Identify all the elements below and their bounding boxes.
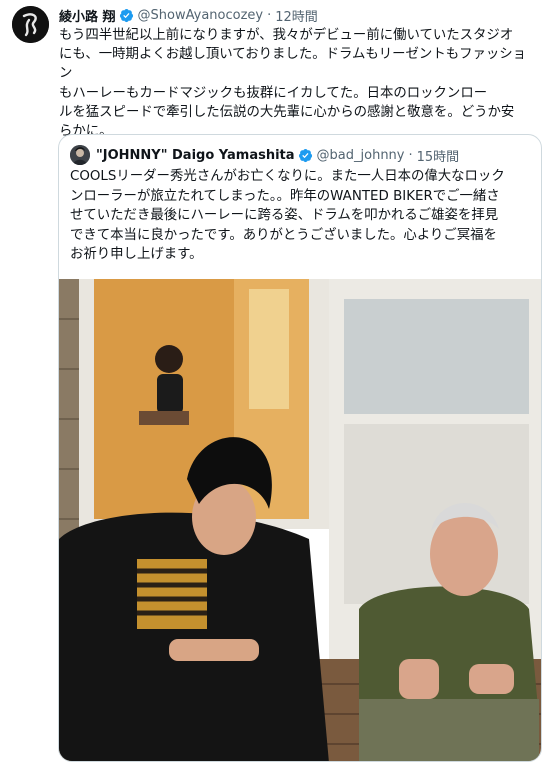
quoted-text-line: せていただき最後にハーレーに跨る姿、ドラムを叩かれるご雄姿を拝見 bbox=[70, 208, 499, 224]
quoted-text-line: できて本当に良かったです。ありがとうございました。心よりご冥福を bbox=[70, 227, 497, 243]
separator-dot: · bbox=[408, 147, 413, 163]
tweet-text-line: ルを猛スピードで牽引した伝説の大先輩に心からの感謝と敬意を。どうか安 bbox=[59, 104, 515, 120]
verified-badge-icon bbox=[298, 148, 313, 163]
quoted-text-line: お祈り申し上げます。 bbox=[70, 247, 203, 263]
tweet-text-line: もハーレーもカードマジックも抜群にイカしてた。日本のロックンロー bbox=[59, 85, 488, 101]
quoted-tweet-photo[interactable] bbox=[59, 279, 541, 761]
author-avatar[interactable] bbox=[12, 6, 49, 43]
author-handle[interactable]: @ShowAyanocozey bbox=[138, 8, 264, 23]
tweet-text-line: にも、一時期よくお越し頂いておりました。ドラムもリーゼントもファッション bbox=[59, 47, 527, 82]
separator-dot: · bbox=[267, 7, 272, 23]
tweet-text-line: もう四半世紀以上前になりますが、我々がデビュー前に働いていたスタジオ bbox=[59, 28, 514, 43]
quoted-tweet-timestamp: 15時間 bbox=[416, 149, 460, 165]
quoted-tweet-text: COOLSリーダー秀光さんがお亡くなりに。また一人日本の偉大なロック ンローラー… bbox=[70, 167, 532, 265]
author-name[interactable]: 綾小路 翔 bbox=[59, 6, 116, 25]
quoted-text-line: COOLSリーダー秀光さんがお亡くなりに。また一人日本の偉大なロック bbox=[70, 169, 505, 184]
tweet: 綾小路 翔 @ShowAyanocozey · 12時間 もう四半世紀以上前にな… bbox=[0, 0, 550, 766]
tweet-text: もう四半世紀以上前になりますが、我々がデビュー前に働いていたスタジオ にも、一時… bbox=[59, 26, 539, 141]
verified-badge-icon bbox=[119, 8, 134, 23]
quoted-author-avatar bbox=[70, 145, 90, 165]
tweet-timestamp[interactable]: 12時間 bbox=[275, 6, 318, 25]
quoted-tweet-header: "JOHNNY" Daigo Yamashita @bad_johnny · 1… bbox=[70, 145, 459, 165]
quoted-author-handle: @bad_johnny bbox=[316, 147, 405, 163]
tweet-header: 綾小路 翔 @ShowAyanocozey · 12時間 bbox=[59, 5, 318, 25]
quoted-tweet-card[interactable]: "JOHNNY" Daigo Yamashita @bad_johnny · 1… bbox=[58, 134, 542, 762]
quoted-author-name: "JOHNNY" Daigo Yamashita bbox=[96, 147, 295, 163]
quoted-text-line: ンローラーが旅立たれてしまった。。昨年のWANTED BIKERでご一緒さ bbox=[70, 188, 500, 204]
